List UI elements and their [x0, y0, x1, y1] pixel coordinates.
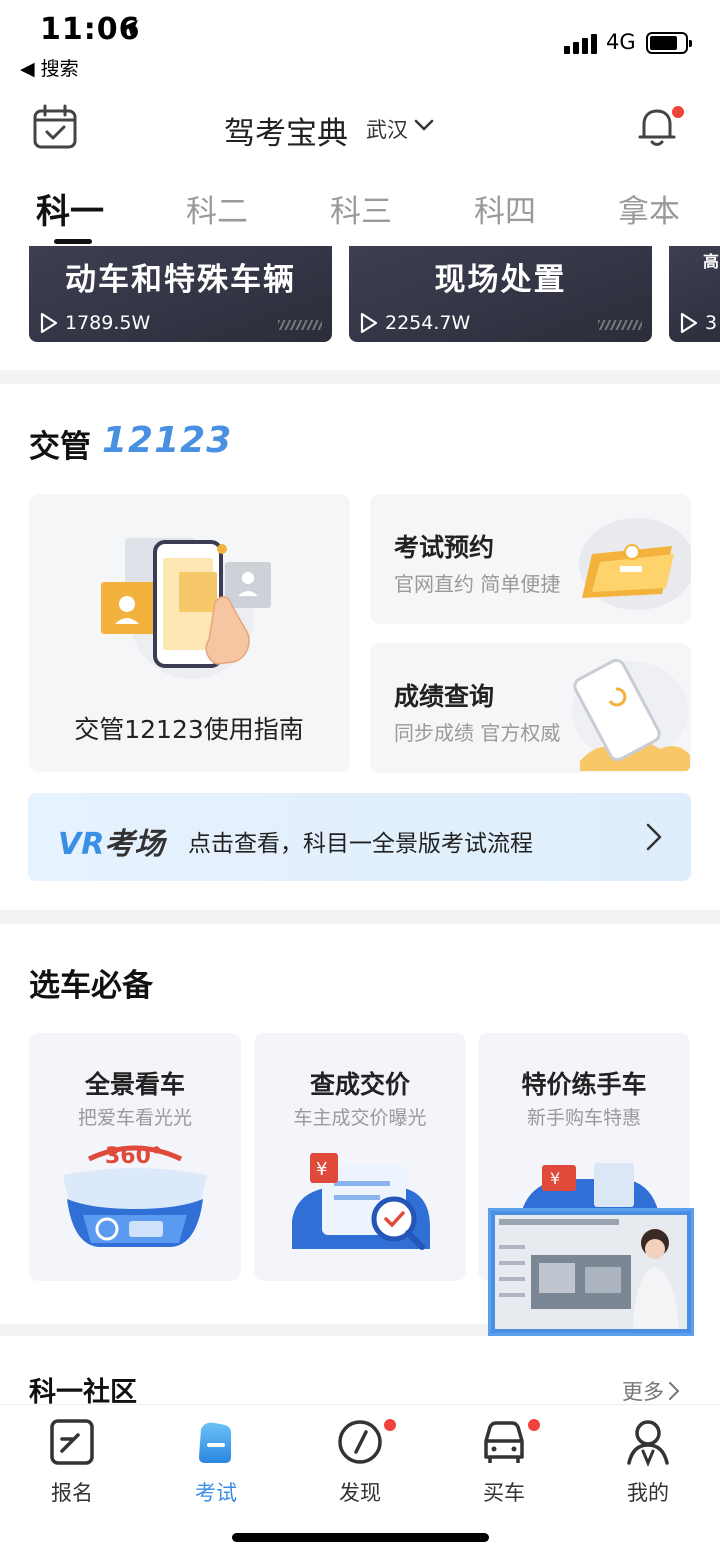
traffic-brand-12123: 12123: [102, 420, 233, 461]
car-card-subtitle: 新手购车特惠: [526, 1107, 641, 1129]
community-more-link[interactable]: 更多: [622, 1376, 680, 1406]
user-icon: [627, 1420, 669, 1467]
exam-booking-title: 考试预约: [394, 533, 495, 562]
vr-exam-banner[interactable]: VR考场 点击查看，科目一全景版考试流程: [28, 793, 691, 881]
car-section-title: 选车必备: [29, 968, 153, 1004]
video-card[interactable]: 高 3: [669, 246, 720, 342]
guide-card[interactable]: 交管12123使用指南: [29, 494, 350, 772]
tab-ke1[interactable]: 科一: [36, 184, 104, 233]
car-card-subtitle: 车主成交价曝光: [293, 1107, 427, 1129]
car-card-title: 查成交价: [309, 1070, 410, 1099]
video-plays: 3: [679, 312, 717, 334]
tab-license[interactable]: 拿本: [618, 186, 680, 231]
checkin-calendar-icon[interactable]: [32, 104, 78, 150]
tab-ke4[interactable]: 科四: [474, 186, 536, 231]
car-card-panorama[interactable]: 全景看车 把爱车看光光 360°: [29, 1033, 241, 1281]
car-icon: [484, 1421, 524, 1463]
network-type: 4G: [606, 30, 636, 54]
back-to-search-link[interactable]: ◀ 搜索: [20, 54, 79, 81]
play-icon: [680, 312, 698, 334]
chevron-right-icon: [669, 1382, 680, 1400]
car-card-title: 全景看车: [84, 1070, 185, 1099]
vr-banner-text: 点击查看，科目一全景版考试流程: [188, 831, 533, 857]
decor-stripes: [278, 320, 322, 330]
nav-profile-label: 我的: [627, 1481, 669, 1505]
video-plays: 2254.7W: [359, 312, 470, 334]
nav-discover-label: 发现: [339, 1481, 381, 1505]
car-card-price[interactable]: 查成交价 车主成交价曝光 ¥: [254, 1033, 466, 1281]
exam-icon: [199, 1422, 231, 1463]
vr-logo: VR考场: [58, 827, 165, 862]
signup-icon: [50, 1419, 94, 1465]
exam-booking-illustration: [579, 518, 691, 610]
panorama-badge: 360°: [105, 1144, 162, 1169]
tab-ke2[interactable]: 科二: [186, 186, 248, 231]
decor-stripes: [598, 320, 642, 330]
tab-active-indicator: [54, 239, 92, 244]
nav-profile[interactable]: 我的: [598, 1417, 698, 1507]
panorama-360-illustration: 360°: [63, 1144, 207, 1247]
video-title: 高: [703, 252, 720, 271]
score-query-card[interactable]: 成绩查询 同步成绩 官方权威: [370, 643, 691, 773]
price-badge: ¥: [316, 1159, 327, 1180]
city-selector[interactable]: 武汉: [366, 114, 408, 144]
deal-badge: ¥: [550, 1169, 560, 1188]
floating-video-window[interactable]: [488, 1208, 694, 1336]
video-play-count: 3: [705, 312, 718, 334]
nav-exam[interactable]: 考试: [166, 1417, 266, 1507]
video-card[interactable]: 现场处置 2254.7W: [349, 246, 652, 342]
home-indicator[interactable]: [232, 1533, 489, 1542]
video-card[interactable]: 动车和特殊车辆 1789.5W: [29, 246, 332, 342]
phone-guide-illustration: [101, 538, 271, 679]
video-play-count: 2254.7W: [385, 312, 471, 334]
app-title: 驾考宝典: [224, 116, 348, 152]
section-divider: [0, 370, 720, 384]
tab-ke3[interactable]: 科三: [330, 186, 392, 231]
notification-badge: [670, 104, 686, 120]
video-thumbnail: [495, 1215, 687, 1329]
score-query-title: 成绩查询: [394, 682, 495, 711]
video-plays: 1789.5W: [39, 312, 150, 334]
section-divider: [0, 1324, 488, 1336]
nav-discover-badge: [382, 1417, 398, 1433]
car-card-title: 特价练手车: [521, 1070, 647, 1099]
nav-buycar-label: 买车: [483, 1481, 525, 1505]
section-divider: [0, 910, 720, 924]
location-arrow-icon: [122, 20, 138, 36]
battery-icon: [646, 32, 692, 54]
video-title: 现场处置: [434, 262, 567, 298]
video-title: 动车和特殊车辆: [65, 262, 296, 298]
score-query-illustration: [572, 658, 690, 771]
exam-booking-card[interactable]: 考试预约 官网直约 简单便捷: [370, 494, 691, 624]
nav-exam-label: 考试: [195, 1481, 237, 1505]
play-icon: [360, 312, 378, 334]
compass-icon: [338, 1420, 382, 1464]
chevron-down-icon[interactable]: [414, 118, 434, 132]
nav-buycar-badge: [526, 1417, 542, 1433]
traffic-section-title: 交管: [29, 429, 91, 465]
guide-label: 交管12123使用指南: [74, 715, 304, 744]
car-card-subtitle: 把爱车看光光: [77, 1107, 192, 1129]
signal-icon: [564, 34, 597, 54]
exam-booking-subtitle: 官网直约 简单便捷: [394, 572, 561, 596]
play-icon: [40, 312, 58, 334]
chevron-right-icon: [646, 823, 662, 851]
video-play-count: 1789.5W: [65, 312, 151, 334]
nav-signup-label: 报名: [51, 1481, 93, 1505]
score-query-subtitle: 同步成绩 官方权威: [394, 721, 561, 745]
nav-signup[interactable]: 报名: [22, 1417, 122, 1507]
more-label: 更多: [622, 1380, 664, 1404]
price-query-illustration: ¥: [292, 1153, 430, 1250]
